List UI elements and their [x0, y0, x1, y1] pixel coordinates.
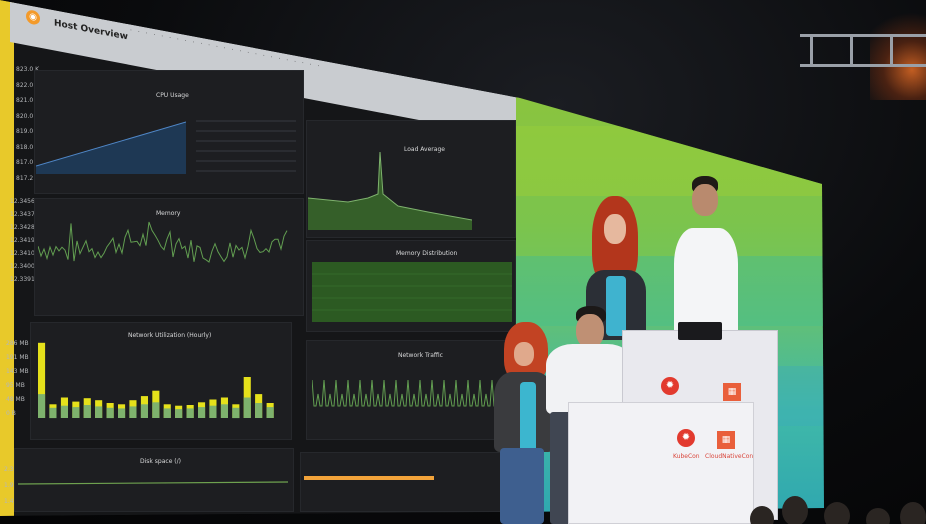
bar-sent-18	[243, 397, 251, 418]
bar-sent-20	[266, 407, 274, 418]
network-y-tick-1: 191 MB	[6, 354, 29, 361]
bar-sent-15	[209, 405, 217, 418]
network-y-tick-2: 143 MB	[6, 368, 29, 375]
bar-sent-1	[49, 407, 57, 419]
bar-sent-9	[140, 404, 148, 418]
bar-sent-14	[198, 407, 206, 418]
memory-distribution-title: Memory Distribution	[396, 250, 458, 257]
cpu-usage-title: CPU Usage	[156, 92, 189, 99]
kubecon-logo-icon: ✹	[661, 377, 679, 395]
bar-sent-11	[163, 408, 171, 418]
network-y-tick-0: 286 MB	[6, 340, 29, 347]
audience	[750, 486, 926, 524]
network-traffic-line	[312, 379, 502, 407]
cpu-legend-table	[196, 120, 296, 172]
network-traffic-title: Network Traffic	[398, 352, 443, 359]
bar-sent-0	[38, 394, 46, 418]
window-title: Host Overview	[54, 18, 128, 43]
bar-sent-19	[255, 403, 263, 418]
bar-sent-13	[186, 408, 194, 418]
memory-series-line	[38, 221, 288, 263]
bar-sent-5	[95, 406, 103, 418]
network-utilization-chart	[38, 342, 274, 419]
dashboard-edge-strip	[0, 0, 14, 516]
kubecon-logo-icon: ✹	[677, 429, 695, 447]
bar-sent-16	[220, 404, 228, 418]
bar-sent-8	[129, 406, 137, 418]
bar-sent-17	[232, 407, 240, 419]
grafana-dashboard: ◉ Host Overview · · · · · · · · · · · · …	[0, 0, 520, 516]
browser-menu-items: · · · · · · · · · · · · · · · · · · · · …	[130, 26, 322, 71]
cloudnativecon-wordmark: CloudNativeCon	[705, 453, 754, 460]
network-y-tick-5: 0 B	[6, 410, 16, 417]
memory-chart	[38, 221, 288, 263]
bar-sent-10	[152, 402, 160, 418]
podium-front: ✹ ▦ KubeCon CloudNativeCon	[568, 402, 754, 524]
photo-scene: ◉ Host Overview · · · · · · · · · · · · …	[0, 0, 926, 524]
disk-space-title: Disk space (/)	[140, 458, 182, 465]
network-y-tick-3: 95 MB	[6, 382, 25, 389]
disk-space-chart	[18, 481, 288, 485]
memory-distribution-chart	[312, 262, 512, 322]
bar-sent-12	[175, 409, 183, 418]
cncf-logo-icon: ▦	[723, 383, 741, 401]
bar-sent-4	[83, 405, 91, 418]
load-average-chart	[308, 151, 472, 230]
disk-bar-chart	[304, 476, 434, 480]
bar-sent-7	[118, 408, 126, 418]
projection-screen: ◉ Host Overview · · · · · · · · · · · · …	[0, 0, 824, 516]
bar-sent-6	[106, 407, 114, 419]
lighting-truss	[800, 28, 926, 80]
bar-sent-3	[72, 407, 80, 418]
memory-title: Memory	[156, 210, 181, 217]
cncf-logo-icon: ▦	[717, 431, 735, 449]
laptop	[678, 322, 722, 340]
grafana-logo-icon: ◉	[26, 9, 40, 26]
bar-sent-2	[60, 405, 68, 418]
network-traffic-chart	[312, 379, 502, 407]
cpu-chart	[36, 121, 186, 174]
kubecon-wordmark: KubeCon	[673, 453, 700, 460]
network-y-tick-4: 48 MB	[6, 396, 25, 403]
